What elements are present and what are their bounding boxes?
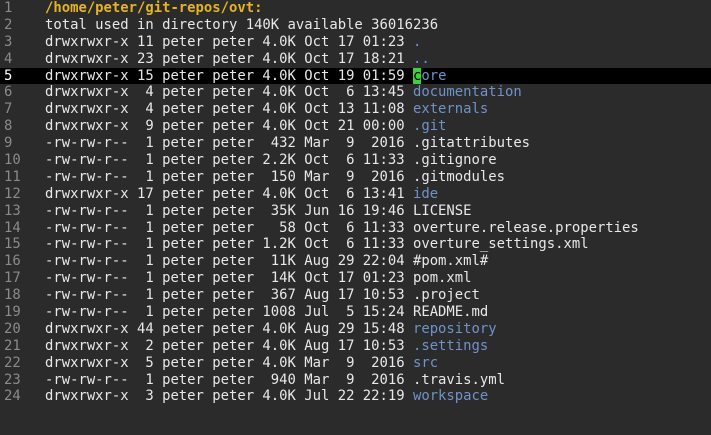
file-attributes: -rw-rw-r-- 1 peter peter 11K Aug 29 22:0… (45, 253, 413, 270)
listing-line[interactable]: 14 -rw-rw-r-- 1 peter peter 58 Oct 6 11:3… (0, 220, 711, 237)
line-number: 4 (4, 50, 13, 67)
line-number: 21 (4, 337, 21, 354)
line-number: 3 (4, 33, 13, 50)
directory-name[interactable]: externals (413, 101, 488, 117)
listing-line[interactable]: 13 -rw-rw-r-- 1 peter peter 35K Jun 16 19… (0, 203, 711, 220)
file-attributes: -rw-rw-r-- 1 peter peter 35K Jun 16 19:4… (45, 202, 413, 219)
file-attributes: -rw-rw-r-- 1 peter peter 1.2K Oct 6 11:3… (45, 236, 413, 253)
directory-name[interactable]: .git (413, 118, 446, 134)
directory-name[interactable]: src (413, 355, 438, 371)
file-name[interactable]: #pom.xml# (413, 253, 488, 269)
file-attributes: drwxrwxr-x 23 peter peter 4.0K Oct 17 18… (45, 50, 413, 67)
file-attributes: drwxrwxr-x 44 peter peter 4.0K Aug 29 15… (45, 320, 413, 337)
file-attributes: -rw-rw-r-- 1 peter peter 2.2K Oct 6 11:3… (45, 152, 413, 169)
directory-name[interactable]: .settings (413, 338, 488, 354)
file-attributes: drwxrwxr-x 9 peter peter 4.0K Oct 21 00:… (45, 118, 413, 135)
line-number: 24 (4, 388, 21, 405)
file-name-rest: ore (421, 67, 447, 84)
file-attributes: drwxrwxr-x 15 peter peter 4.0K Oct 19 01… (45, 67, 413, 84)
file-name[interactable]: LICENSE (413, 203, 472, 219)
listing-line[interactable]: 24 drwxrwxr-x 3 peter peter 4.0K Jul 22 2… (0, 388, 711, 405)
file-name[interactable]: overture.release.properties (413, 220, 639, 236)
file-name[interactable]: overture_settings.xml (413, 236, 589, 252)
file-attributes: -rw-rw-r-- 1 peter peter 367 Aug 17 10:5… (45, 287, 413, 304)
listing-line[interactable]: 2 total used in directory 140K available … (0, 17, 711, 34)
line-number: 1 (4, 0, 13, 16)
listing-line[interactable]: 18 -rw-rw-r-- 1 peter peter 367 Aug 17 10… (0, 287, 711, 304)
file-attributes: drwxrwxr-x 2 peter peter 4.0K Aug 17 10:… (45, 337, 413, 354)
listing-line[interactable]: 20 drwxrwxr-x 44 peter peter 4.0K Aug 29 … (0, 321, 711, 338)
line-number: 20 (4, 320, 21, 337)
file-name[interactable]: .travis.yml (413, 372, 505, 388)
listing-line[interactable]: 7 drwxrwxr-x 4 peter peter 4.0K Oct 13 11… (0, 101, 711, 118)
listing-line[interactable]: 22 drwxrwxr-x 5 peter peter 4.0K Mar 9 20… (0, 355, 711, 372)
directory-path: /home/peter/git-repos/ovt: (45, 0, 263, 16)
file-attributes: drwxrwxr-x 3 peter peter 4.0K Jul 22 22:… (45, 388, 413, 405)
directory-name[interactable]: . (413, 34, 421, 50)
line-number: 15 (4, 236, 21, 253)
listing-line[interactable]: 17 -rw-rw-r-- 1 peter peter 14K Oct 17 01… (0, 270, 711, 287)
line-number: 10 (4, 152, 21, 169)
listing-line[interactable]: 3 drwxrwxr-x 11 peter peter 4.0K Oct 17 0… (0, 34, 711, 51)
directory-header-line[interactable]: 1/home/peter/git-repos/ovt: (0, 0, 711, 17)
line-number: 23 (4, 371, 21, 388)
line-number: 5 (4, 67, 13, 84)
line-number: 11 (4, 168, 21, 185)
directory-name[interactable]: repository (413, 321, 497, 337)
file-name[interactable]: .project (413, 287, 480, 303)
listing-line[interactable]: 5 drwxrwxr-x 15 peter peter 4.0K Oct 19 0… (0, 67, 711, 85)
file-attributes: drwxrwxr-x 4 peter peter 4.0K Oct 13 11:… (45, 101, 413, 118)
listing-line[interactable]: 19 -rw-rw-r-- 1 peter peter 1008 Jul 5 15… (0, 304, 711, 321)
listing-line[interactable]: 10 -rw-rw-r-- 1 peter peter 2.2K Oct 6 11… (0, 152, 711, 169)
line-number: 13 (4, 202, 21, 219)
dired-buffer[interactable]: 1/home/peter/git-repos/ovt: 2 total used i… (0, 0, 711, 435)
listing-line[interactable]: 6 drwxrwxr-x 4 peter peter 4.0K Oct 6 13:… (0, 84, 711, 101)
directory-name[interactable]: core (412, 67, 447, 84)
line-number: 16 (4, 253, 21, 270)
listing-line[interactable]: 23 -rw-rw-r-- 1 peter peter 940 Mar 9 201… (0, 372, 711, 389)
directory-name[interactable]: .. (413, 51, 430, 67)
listing-line[interactable]: 16 -rw-rw-r-- 1 peter peter 11K Aug 29 22… (0, 253, 711, 270)
line-number: 2 (4, 16, 13, 33)
file-attributes: -rw-rw-r-- 1 peter peter 58 Oct 6 11:33 (45, 219, 413, 236)
file-name[interactable]: .gitattributes (413, 135, 530, 151)
directory-summary: total used in directory 140K available 3… (45, 16, 439, 33)
directory-name[interactable]: documentation (413, 84, 522, 100)
file-name[interactable]: pom.xml (413, 270, 472, 286)
file-attributes: drwxrwxr-x 5 peter peter 4.0K Mar 9 2016 (45, 354, 413, 371)
file-attributes: -rw-rw-r-- 1 peter peter 940 Mar 9 2016 (45, 371, 413, 388)
file-name[interactable]: README.md (413, 304, 488, 320)
file-attributes: drwxrwxr-x 17 peter peter 4.0K Oct 6 13:… (45, 185, 413, 202)
listing-line[interactable]: 21 drwxrwxr-x 2 peter peter 4.0K Aug 17 1… (0, 338, 711, 355)
file-attributes: -rw-rw-r-- 1 peter peter 14K Oct 17 01:2… (45, 270, 413, 287)
line-number: 17 (4, 270, 21, 287)
listing-line[interactable]: 12 drwxrwxr-x 17 peter peter 4.0K Oct 6 1… (0, 186, 711, 203)
line-number: 12 (4, 185, 21, 202)
listing-line[interactable]: 15 -rw-rw-r-- 1 peter peter 1.2K Oct 6 11… (0, 236, 711, 253)
file-attributes: -rw-rw-r-- 1 peter peter 150 Mar 9 2016 (45, 168, 413, 185)
file-attributes: -rw-rw-r-- 1 peter peter 1008 Jul 5 15:2… (45, 304, 413, 321)
line-number: 9 (4, 135, 13, 152)
line-number: 19 (4, 304, 21, 321)
line-number: 8 (4, 118, 13, 135)
directory-name[interactable]: ide (413, 186, 438, 202)
listing-line[interactable]: 4 drwxrwxr-x 23 peter peter 4.0K Oct 17 1… (0, 51, 711, 68)
file-attributes: -rw-rw-r-- 1 peter peter 432 Mar 9 2016 (45, 135, 413, 152)
file-name[interactable]: .gitmodules (413, 169, 505, 185)
line-number: 7 (4, 101, 13, 118)
file-name[interactable]: .gitignore (413, 152, 497, 168)
line-number: 14 (4, 219, 21, 236)
listing-line[interactable]: 9 -rw-rw-r-- 1 peter peter 432 Mar 9 2016… (0, 135, 711, 152)
file-attributes: drwxrwxr-x 4 peter peter 4.0K Oct 6 13:4… (45, 84, 413, 101)
line-number: 22 (4, 354, 21, 371)
listing-line[interactable]: 8 drwxrwxr-x 9 peter peter 4.0K Oct 21 00… (0, 118, 711, 135)
directory-name[interactable]: workspace (413, 388, 488, 404)
listing-line[interactable]: 11 -rw-rw-r-- 1 peter peter 150 Mar 9 201… (0, 169, 711, 186)
line-number: 18 (4, 287, 21, 304)
file-attributes: drwxrwxr-x 11 peter peter 4.0K Oct 17 01… (45, 33, 413, 50)
line-number: 6 (4, 84, 13, 101)
